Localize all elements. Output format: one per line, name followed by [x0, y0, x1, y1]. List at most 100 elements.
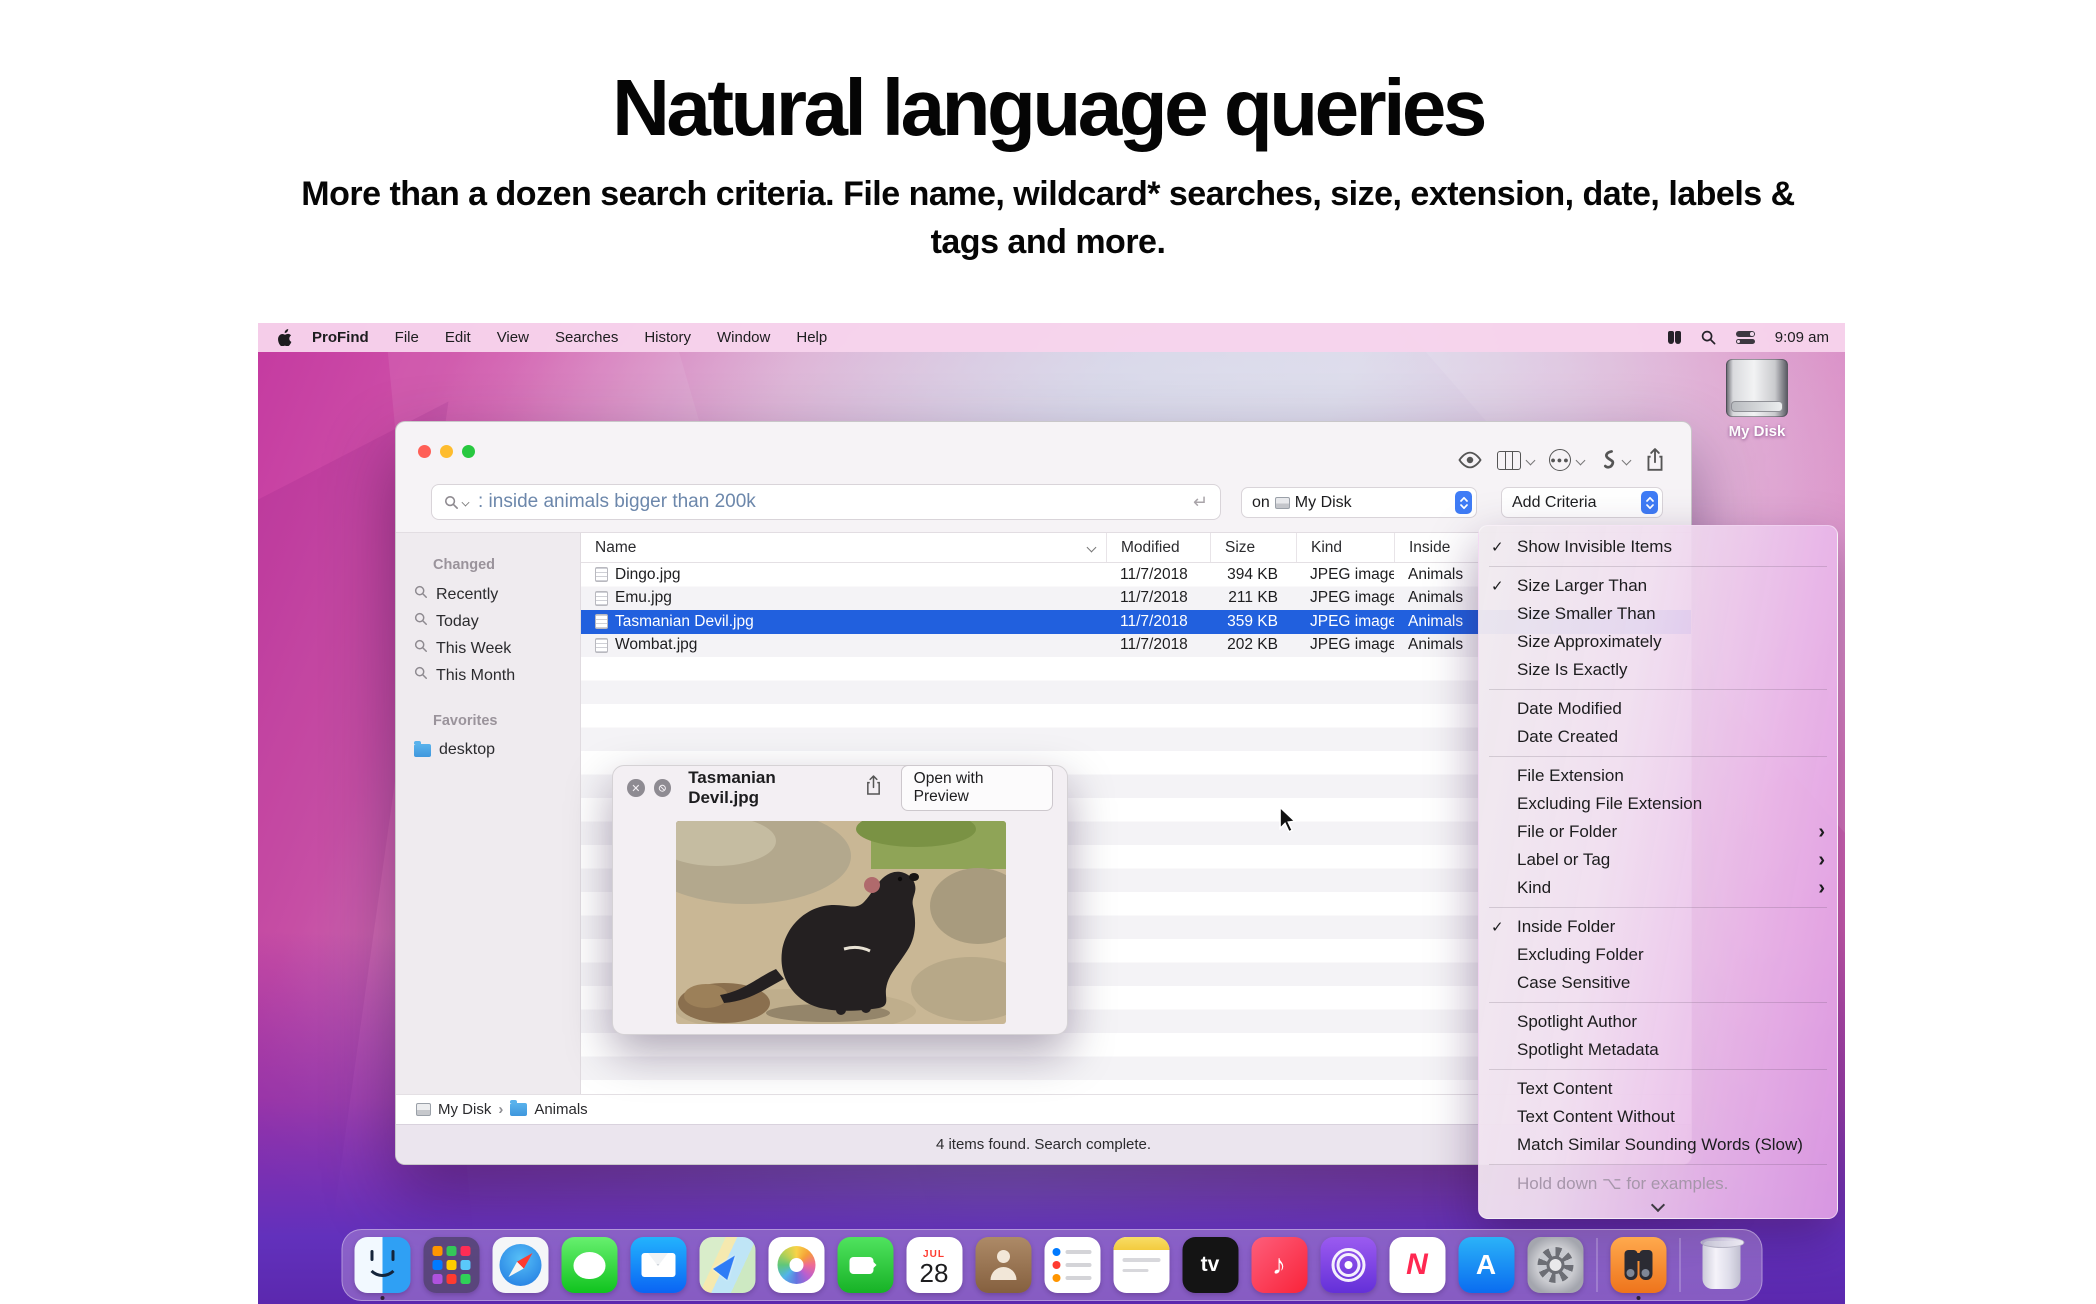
dock-item-facetime[interactable] [837, 1237, 893, 1293]
quick-actions-button[interactable] [1599, 449, 1631, 471]
search-magnifier-icon[interactable] [444, 495, 470, 510]
menu-item-match-similar-sounding-words-slow[interactable]: Match Similar Sounding Words (Slow) [1479, 1131, 1837, 1159]
sidebar-item-label: Recently [436, 586, 498, 604]
menu-item-date-modified[interactable]: Date Modified [1479, 695, 1837, 723]
zoom-window-button[interactable] [462, 445, 475, 458]
close-window-button[interactable] [418, 445, 431, 458]
share-button[interactable] [1645, 448, 1665, 472]
column-header-modified[interactable]: Modified [1106, 533, 1210, 562]
menu-item-excluding-folder[interactable]: Excluding Folder [1479, 941, 1837, 969]
menu-item-inside-folder[interactable]: ✓Inside Folder [1479, 913, 1837, 941]
menu-item-label: Size Larger Than [1517, 576, 1647, 596]
menu-item-label-or-tag[interactable]: Label or Tag› [1479, 846, 1837, 874]
menubar-menu-history[interactable]: History [644, 329, 691, 346]
mail-icon [630, 1237, 686, 1293]
dock-item-messages[interactable] [561, 1237, 617, 1293]
apple-menu-icon[interactable] [278, 329, 293, 346]
sidebar-item-label: This Month [436, 667, 515, 685]
menu-item-spotlight-metadata[interactable]: Spotlight Metadata [1479, 1036, 1837, 1064]
column-header-name[interactable]: Name [581, 533, 1106, 562]
menubar-menu-window[interactable]: Window [717, 329, 770, 346]
menu-item-date-created[interactable]: Date Created [1479, 723, 1837, 751]
menubar-app-name[interactable]: ProFind [312, 329, 369, 346]
search-field[interactable]: ↵ [431, 484, 1221, 520]
column-header-label: Name [595, 539, 636, 557]
sidebar-item-this-month[interactable]: This Month [396, 662, 580, 689]
minimize-window-button[interactable] [440, 445, 453, 458]
menu-item-excluding-file-extension[interactable]: Excluding File Extension [1479, 790, 1837, 818]
menubar-clock[interactable]: 9:09 am [1775, 329, 1829, 346]
breadcrumb-item-my-disk[interactable]: My Disk [438, 1101, 491, 1118]
menu-item-size-larger-than[interactable]: ✓Size Larger Than [1479, 572, 1837, 600]
column-header-kind[interactable]: Kind [1296, 533, 1394, 562]
breadcrumb-item-animals[interactable]: Animals [534, 1101, 587, 1118]
sidebar-item-today[interactable]: Today [396, 608, 580, 635]
menu-item-label: File Extension [1517, 766, 1624, 786]
menu-item-show-invisible-items[interactable]: ✓Show Invisible Items [1479, 533, 1837, 561]
sidebar-item-desktop[interactable]: desktop [396, 737, 580, 763]
dock-item-maps[interactable] [699, 1237, 755, 1293]
control-center-icon[interactable] [1736, 331, 1755, 344]
sidebar-changed-list: Recently TodayThis Week This Month [396, 581, 580, 689]
sidebar-item-recently[interactable]: Recently [396, 581, 580, 608]
dock-item-contacts[interactable] [975, 1237, 1031, 1293]
return-key-icon[interactable]: ↵ [1193, 492, 1208, 513]
dock-item-profind[interactable] [1610, 1237, 1666, 1293]
search-input[interactable] [478, 491, 1193, 513]
dock-item-tv[interactable]: tv [1182, 1237, 1238, 1293]
dock-item-news[interactable]: N [1389, 1237, 1445, 1293]
slash-circle-icon[interactable]: ⦸ [654, 779, 672, 797]
open-with-preview-button[interactable]: Open with Preview [901, 765, 1053, 811]
preview-image-tasmanian-devil [676, 821, 1006, 1024]
menubar-menu-file[interactable]: File [395, 329, 419, 346]
file-name: Wombat.jpg [615, 636, 697, 654]
preview-share-icon[interactable] [865, 775, 882, 801]
menu-item-text-content[interactable]: Text Content [1479, 1075, 1837, 1103]
menu-item-file-extension[interactable]: File Extension [1479, 762, 1837, 790]
menu-item-size-smaller-than[interactable]: Size Smaller Than [1479, 600, 1837, 628]
dock-item-mail[interactable] [630, 1237, 686, 1293]
preview-toggle-button[interactable] [1457, 451, 1483, 469]
column-header-label: Modified [1121, 539, 1180, 557]
close-circle-icon[interactable]: ✕ [627, 779, 645, 797]
menu-scroll-chevron-icon[interactable] [1652, 1200, 1664, 1212]
dock-item-trash[interactable] [1693, 1237, 1749, 1293]
menu-item-size-approximately[interactable]: Size Approximately [1479, 628, 1837, 656]
menu-item-kind[interactable]: Kind› [1479, 874, 1837, 902]
add-criteria-select[interactable]: Add Criteria [1501, 487, 1663, 518]
search-scope-select[interactable]: on My Disk [1241, 487, 1477, 518]
sidebar-item-this-week[interactable]: This Week [396, 635, 580, 662]
dock-item-calendar[interactable]: JUL28 [906, 1237, 962, 1293]
menu-item-size-is-exactly[interactable]: Size Is Exactly [1479, 656, 1837, 684]
dock-item-reminders[interactable] [1044, 1237, 1100, 1293]
menubar-menu-help[interactable]: Help [796, 329, 827, 346]
kind-cell: JPEG image [1296, 589, 1394, 607]
menu-item-text-content-without[interactable]: Text Content Without [1479, 1103, 1837, 1131]
profind-statusitem-icon[interactable] [1668, 331, 1681, 344]
more-options-button[interactable]: ●●● [1549, 449, 1585, 471]
dock-item-appstore[interactable]: A [1458, 1237, 1514, 1293]
column-header-size[interactable]: Size [1210, 533, 1296, 562]
calendar-day-label: 28 [920, 1260, 949, 1286]
dock-item-notes[interactable] [1113, 1237, 1169, 1293]
dock-item-podcasts[interactable] [1320, 1237, 1376, 1293]
menubar-menu-searches[interactable]: Searches [555, 329, 618, 346]
submenu-arrow-icon: › [1818, 850, 1825, 870]
dock-item-music[interactable]: ♪ [1251, 1237, 1307, 1293]
menu-divider [1489, 689, 1827, 690]
dock-item-finder[interactable] [354, 1237, 410, 1293]
menu-item-spotlight-author[interactable]: Spotlight Author [1479, 1008, 1837, 1036]
add-criteria-label: Add Criteria [1512, 494, 1596, 512]
menubar-menu-edit[interactable]: Edit [445, 329, 471, 346]
dock-item-safari[interactable] [492, 1237, 548, 1293]
menubar-menu-view[interactable]: View [497, 329, 529, 346]
menu-item-file-or-folder[interactable]: File or Folder› [1479, 818, 1837, 846]
dock-item-settings[interactable] [1527, 1237, 1583, 1293]
view-options-button[interactable] [1497, 451, 1535, 470]
page-title: Natural language queries [0, 62, 2096, 154]
spotlight-search-icon[interactable] [1701, 330, 1716, 345]
dock-item-launchpad[interactable] [423, 1237, 479, 1293]
desktop-disk-icon[interactable]: My Disk [1707, 359, 1807, 440]
dock-item-photos[interactable] [768, 1237, 824, 1293]
menu-item-case-sensitive[interactable]: Case Sensitive [1479, 969, 1837, 997]
